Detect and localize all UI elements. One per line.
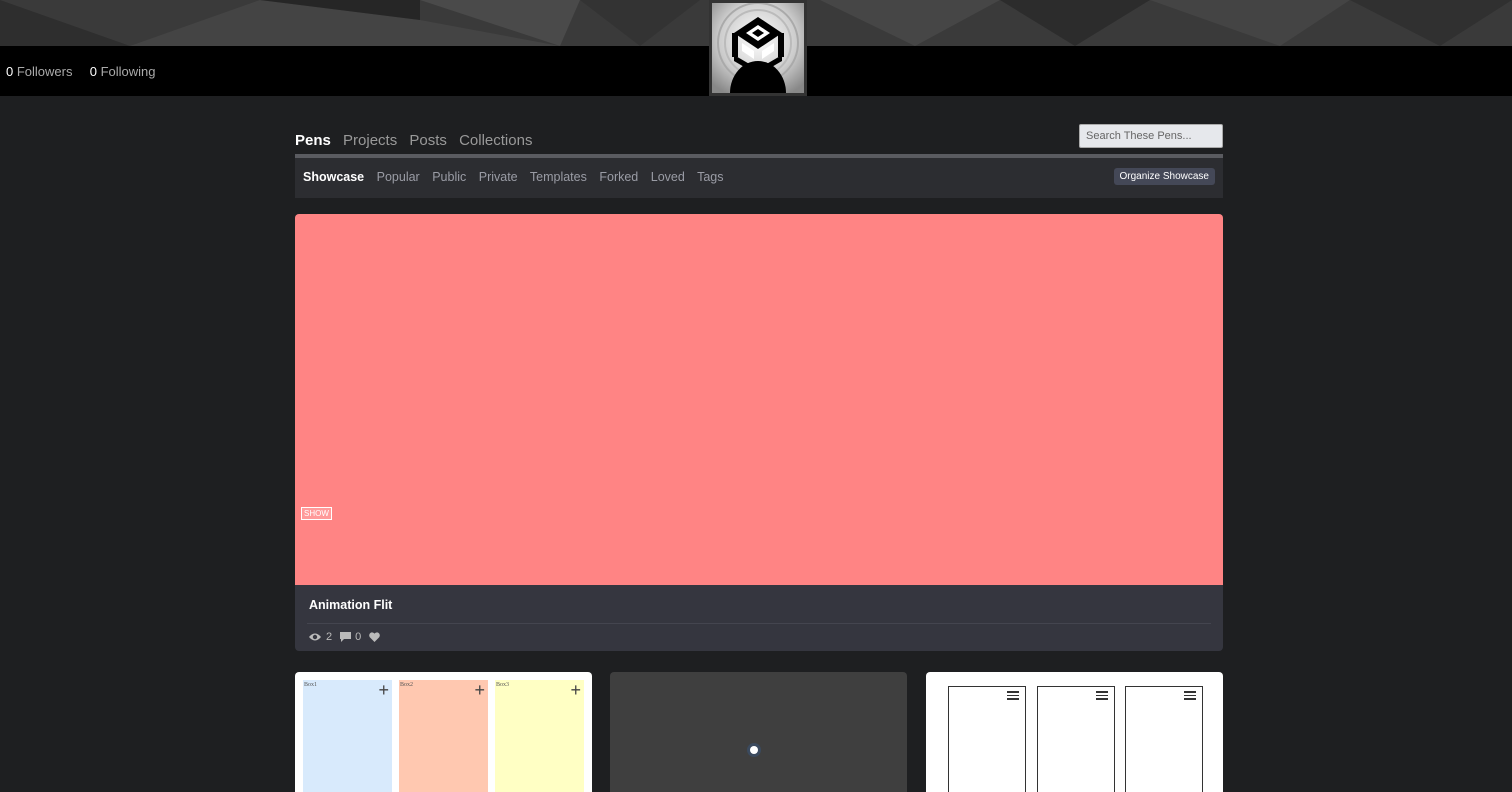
- heart-icon: [369, 632, 381, 642]
- plus-icon: +: [474, 680, 485, 700]
- subtab-public[interactable]: Public: [432, 170, 466, 184]
- menu-icon: [1007, 689, 1019, 702]
- following-link[interactable]: Following: [101, 64, 156, 79]
- tab-pens[interactable]: Pens: [295, 132, 331, 149]
- plus-icon: +: [570, 680, 581, 700]
- codepen-avatar-icon: [712, 3, 804, 93]
- subtab-private[interactable]: Private: [479, 170, 518, 184]
- sub-tabs: Showcase Popular Public Private Template…: [303, 170, 732, 184]
- followers-link[interactable]: Followers: [17, 64, 73, 79]
- box-label: Box3: [496, 682, 510, 688]
- tab-projects[interactable]: Projects: [343, 132, 397, 149]
- pen-card-columns[interactable]: [926, 672, 1223, 792]
- menu-icon: [1184, 689, 1196, 702]
- box-label: Box1: [304, 682, 318, 688]
- subtab-forked[interactable]: Forked: [599, 170, 638, 184]
- card-divider: [307, 623, 1211, 624]
- subtab-tags[interactable]: Tags: [697, 170, 723, 184]
- pen-stats: 2 0: [308, 631, 392, 643]
- search-input[interactable]: [1079, 124, 1223, 148]
- tab-collections[interactable]: Collections: [459, 132, 532, 149]
- subtab-templates[interactable]: Templates: [530, 170, 587, 184]
- plus-icon: +: [378, 680, 389, 700]
- column-panel: [948, 686, 1026, 792]
- comments-stat[interactable]: 0: [340, 631, 361, 643]
- column-panel: [1125, 686, 1203, 792]
- dot-graphic: [750, 746, 758, 754]
- preview-show-label: SHOW: [301, 507, 332, 520]
- pen-card-boxes[interactable]: Box1 + Box2 + Box3 +: [295, 672, 592, 792]
- views-stat: 2: [308, 631, 332, 643]
- followers-count[interactable]: 0: [6, 64, 13, 79]
- box-panel: Box3 +: [495, 680, 584, 792]
- follow-stats: 0 Followers 0 Following: [6, 64, 156, 79]
- subtab-loved[interactable]: Loved: [651, 170, 685, 184]
- comments-count: 0: [355, 631, 362, 643]
- pen-card-dot[interactable]: [610, 672, 907, 792]
- menu-icon: [1096, 689, 1108, 702]
- sub-tabs-bar: Showcase Popular Public Private Template…: [295, 158, 1223, 198]
- tab-posts[interactable]: Posts: [409, 132, 447, 149]
- organize-showcase-button[interactable]: Organize Showcase: [1113, 168, 1215, 185]
- avatar[interactable]: [709, 0, 807, 96]
- main-tabs: Pens Projects Posts Collections: [295, 132, 540, 149]
- box-label: Box2: [400, 682, 414, 688]
- box-panel: Box2 +: [399, 680, 488, 792]
- pen-preview[interactable]: SHOW: [295, 214, 1223, 585]
- comment-icon: [340, 632, 352, 642]
- subtab-showcase[interactable]: Showcase: [303, 170, 364, 184]
- eye-icon: [309, 633, 321, 641]
- following-count[interactable]: 0: [90, 64, 97, 79]
- love-button[interactable]: [369, 632, 384, 642]
- views-count: 2: [326, 631, 333, 643]
- box-panel: Box1 +: [303, 680, 392, 792]
- showcase-pen-card: SHOW Animation Flit 2 0: [295, 214, 1223, 651]
- subtab-popular[interactable]: Popular: [377, 170, 420, 184]
- column-panel: [1037, 686, 1115, 792]
- pen-title[interactable]: Animation Flit: [309, 598, 392, 612]
